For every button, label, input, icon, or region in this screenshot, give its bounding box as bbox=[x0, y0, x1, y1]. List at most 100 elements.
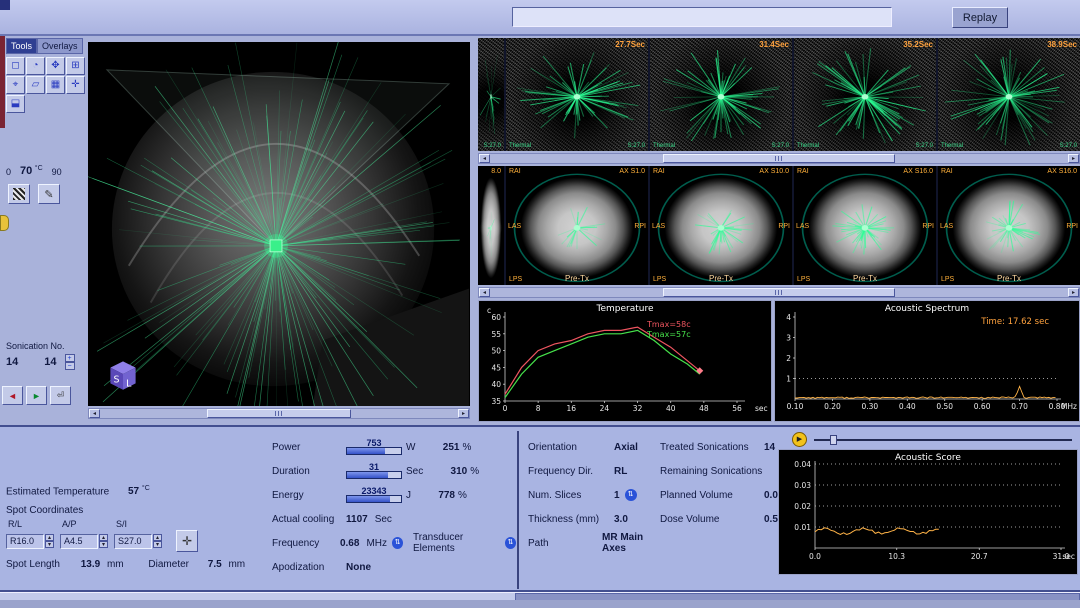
treatment-rows: Treated Sonications14Remaining Sonicatio… bbox=[660, 435, 782, 531]
mri-image-5[interactable]: RAIAX S16.0LASRPILPSPre-Tx bbox=[938, 166, 1080, 285]
thermal-image-3[interactable]: 31.4SecThermalS:27.0 bbox=[650, 38, 792, 151]
thermal-image-4[interactable]: 35.2SecThermalS:27.0 bbox=[794, 38, 936, 151]
geometry-value: MR Main Axes bbox=[602, 532, 660, 554]
svg-text:Tmax=57c: Tmax=57c bbox=[646, 330, 691, 339]
mri-slice-label: 8.0 bbox=[491, 168, 501, 175]
spin-down-icon[interactable]: ▾ bbox=[45, 541, 54, 548]
spin-up-icon[interactable]: ▴ bbox=[99, 534, 108, 541]
scroll-left-arrow[interactable]: ◂ bbox=[89, 409, 100, 418]
grid-tool-icon[interactable]: ▦ bbox=[46, 76, 65, 94]
mri-scrollbar[interactable]: ◂▸ bbox=[478, 287, 1080, 298]
thermal-time-label: 31.4Sec bbox=[759, 40, 789, 49]
parameter-value: 1107 bbox=[346, 514, 368, 525]
beam-rays-overlay bbox=[650, 38, 792, 151]
thermal-scrollbar[interactable]: ◂▸ bbox=[478, 153, 1080, 164]
coordinate-field-si[interactable]: S27.0 bbox=[114, 534, 152, 549]
parameter-slider[interactable]: 31 bbox=[346, 463, 402, 480]
scroll-thumb[interactable] bbox=[663, 154, 894, 163]
svg-text:40: 40 bbox=[491, 380, 501, 389]
scroll-thumb[interactable] bbox=[207, 409, 350, 418]
svg-text:0.20: 0.20 bbox=[824, 402, 841, 411]
scroll-right-arrow[interactable]: ▸ bbox=[1068, 288, 1079, 297]
beam-rays-overlay bbox=[794, 38, 936, 151]
pencil-icon: ✎ bbox=[44, 188, 53, 201]
spinner-icon[interactable]: ⇅ bbox=[392, 537, 403, 549]
parameter-slider[interactable]: 753 bbox=[346, 439, 402, 456]
mri-orientation-label: LAS bbox=[796, 223, 809, 230]
playback-slider-thumb[interactable] bbox=[830, 435, 837, 445]
marker-icon[interactable] bbox=[0, 215, 9, 231]
thermal-image-1[interactable]: S:27.0 bbox=[478, 38, 504, 151]
thermal-image-2[interactable]: 27.7SecThermalS:27.0 bbox=[506, 38, 648, 151]
tab-overlays[interactable]: Overlays bbox=[37, 38, 83, 54]
treatment-value: 0.5 bbox=[764, 514, 778, 525]
scroll-track[interactable] bbox=[100, 409, 458, 418]
measure-tool-icon[interactable]: ⌖ bbox=[6, 76, 25, 94]
rotate-tool-icon[interactable]: ◔ bbox=[26, 57, 45, 75]
svg-text:0.70: 0.70 bbox=[1011, 402, 1028, 411]
message-input[interactable] bbox=[512, 7, 892, 27]
start-sonication-button[interactable]: ► bbox=[26, 386, 47, 405]
scroll-track[interactable] bbox=[490, 288, 1068, 297]
mri-slice-label: AX S1.0 bbox=[619, 168, 645, 175]
coordinate-field-rl[interactable]: R16.0 bbox=[6, 534, 44, 549]
tool-grid: ◻◔✥⊞ ⌖▱▦✛ ⬓ bbox=[6, 57, 88, 113]
return-button[interactable]: ⏎ bbox=[50, 386, 71, 405]
mri-slice-label: AX S10.0 bbox=[759, 168, 789, 175]
playback-slider[interactable] bbox=[814, 435, 1072, 445]
svg-text:sec: sec bbox=[1062, 552, 1075, 561]
parameter-slider[interactable]: 23343 bbox=[346, 487, 402, 504]
spinner-icon[interactable]: ⇅ bbox=[625, 489, 637, 501]
spin-plus-icon[interactable]: + bbox=[65, 354, 75, 362]
pan-tool-icon[interactable]: ✥ bbox=[46, 57, 65, 75]
svg-text:24: 24 bbox=[600, 404, 610, 413]
thermal-time-label: 27.7Sec bbox=[615, 40, 645, 49]
diameter-label: Diameter bbox=[148, 559, 189, 570]
coordinate-field-ap[interactable]: A4.5 bbox=[60, 534, 98, 549]
playback-play-button[interactable]: ▶ bbox=[792, 432, 807, 447]
spin-up-icon[interactable]: ▴ bbox=[45, 534, 54, 541]
mri-image-1[interactable]: 8.0 bbox=[478, 166, 504, 285]
thermal-footer-right: S:27.0 bbox=[628, 143, 645, 149]
treatment-row: Planned Volume0.0 bbox=[660, 483, 782, 507]
crosshair-tool-icon[interactable]: ✛ bbox=[66, 76, 85, 94]
scroll-left-arrow[interactable]: ◂ bbox=[479, 288, 490, 297]
treatment-value: 14 bbox=[764, 442, 775, 453]
tab-tools[interactable]: Tools bbox=[6, 38, 37, 54]
mri-image-4[interactable]: RAIAX S16.0LASRPILPSPre-Tx bbox=[794, 166, 936, 285]
axis-header: S/I bbox=[116, 519, 170, 529]
scroll-right-arrow[interactable]: ▸ bbox=[458, 409, 469, 418]
svg-text:1: 1 bbox=[786, 375, 791, 384]
spin-up-icon[interactable]: ▴ bbox=[153, 534, 162, 541]
previous-sonication-button[interactable]: ◄ bbox=[2, 386, 23, 405]
thermal-image-5[interactable]: 38.9SecThermalS:27.0 bbox=[938, 38, 1080, 151]
spin-minus-icon[interactable]: − bbox=[65, 362, 75, 370]
replay-button[interactable]: Replay bbox=[952, 7, 1008, 28]
roi-tool-icon[interactable]: ▱ bbox=[26, 76, 45, 94]
thermal-footer-left: Thermal bbox=[797, 143, 819, 149]
spin-down-icon[interactable]: ▾ bbox=[99, 541, 108, 548]
bottom-panel: Estimated Temperature 57 °C Spot Coordin… bbox=[0, 425, 1080, 592]
scroll-right-arrow[interactable]: ▸ bbox=[1068, 154, 1079, 163]
layers-tool-icon[interactable]: ⬓ bbox=[6, 95, 25, 113]
svg-text:Time: 17.62 sec: Time: 17.62 sec bbox=[980, 317, 1049, 327]
spinner-icon[interactable]: ⇅ bbox=[505, 537, 516, 549]
mri-orientation-label: LAS bbox=[940, 223, 953, 230]
move-spot-button[interactable]: ✛ bbox=[176, 530, 198, 552]
scroll-thumb[interactable] bbox=[663, 288, 894, 297]
scroll-track[interactable] bbox=[490, 154, 1068, 163]
mri-image-2[interactable]: RAIAX S1.0LASRPILPSPre-Tx bbox=[506, 166, 648, 285]
parameter-value: None bbox=[346, 562, 371, 573]
mri-image-3[interactable]: RAIAX S10.0LASRPILPSPre-Tx bbox=[650, 166, 792, 285]
estimated-temperature-label: Estimated Temperature bbox=[6, 486, 109, 497]
draw-button[interactable]: ✎ bbox=[38, 184, 60, 204]
thermal-footer-right: S:27.0 bbox=[916, 143, 933, 149]
hatch-overlay-button[interactable] bbox=[8, 184, 30, 204]
sidebar-tabs: Tools Overlays bbox=[6, 38, 88, 54]
select-tool-icon[interactable]: ◻ bbox=[6, 57, 25, 75]
zoom-tool-icon[interactable]: ⊞ bbox=[66, 57, 85, 75]
spin-down-icon[interactable]: ▾ bbox=[153, 541, 162, 548]
scroll-left-arrow[interactable]: ◂ bbox=[479, 154, 490, 163]
view3d-scrollbar[interactable]: ◂▸ bbox=[88, 408, 470, 419]
transducer-3d-view[interactable]: S L bbox=[88, 42, 470, 406]
